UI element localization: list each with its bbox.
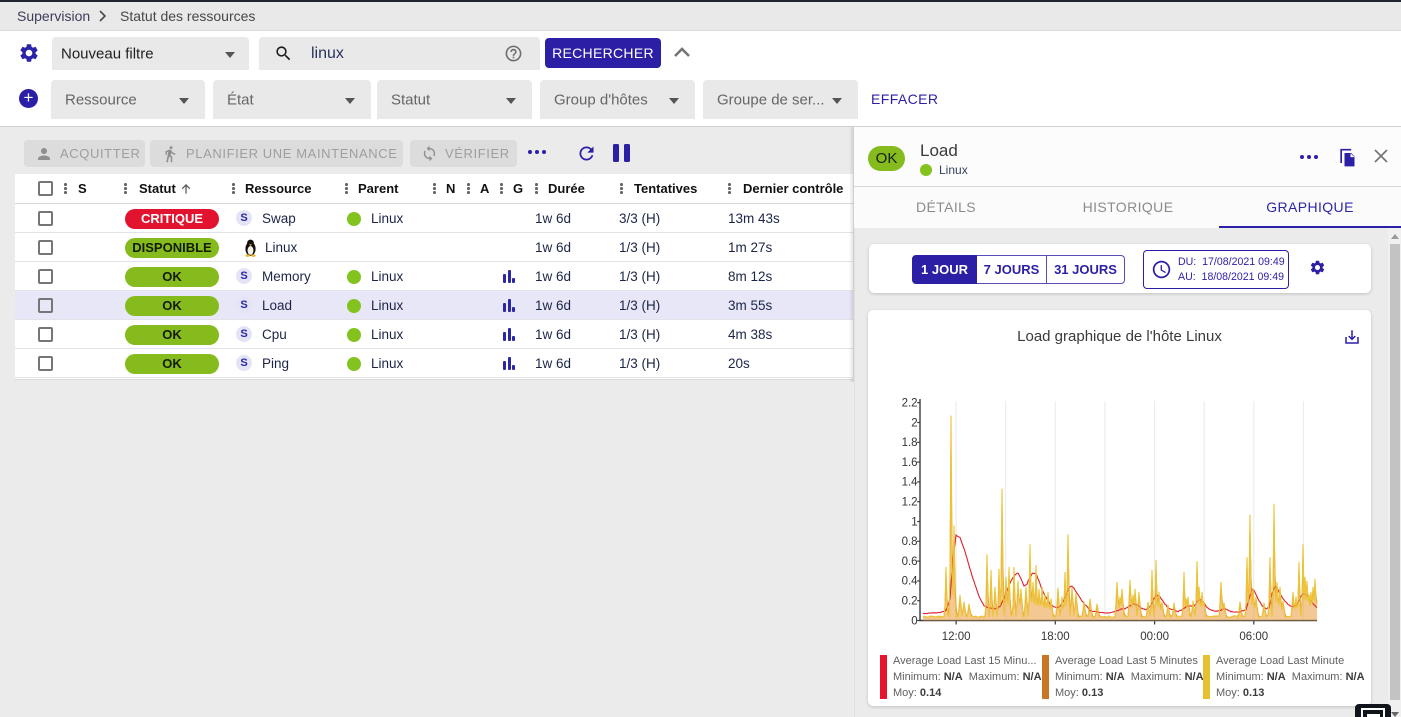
svg-text:06:00: 06:00 [1239, 631, 1268, 643]
svg-text:18:00: 18:00 [1041, 631, 1070, 643]
svg-text:1.2: 1.2 [902, 497, 918, 509]
svg-text:1.8: 1.8 [902, 437, 918, 449]
svg-text:0.2: 0.2 [902, 596, 918, 608]
svg-text:0: 0 [911, 615, 917, 627]
svg-text:2: 2 [911, 417, 917, 429]
svg-text:1.6: 1.6 [902, 457, 918, 469]
svg-text:1.4: 1.4 [902, 477, 919, 489]
svg-text:0.4: 0.4 [902, 576, 919, 588]
svg-text:2.2: 2.2 [902, 398, 918, 410]
svg-text:1: 1 [911, 516, 917, 528]
svg-text:00:00: 00:00 [1140, 631, 1169, 643]
svg-text:12:00: 12:00 [942, 631, 971, 643]
svg-text:0.8: 0.8 [902, 536, 918, 548]
svg-text:0.6: 0.6 [902, 556, 918, 568]
